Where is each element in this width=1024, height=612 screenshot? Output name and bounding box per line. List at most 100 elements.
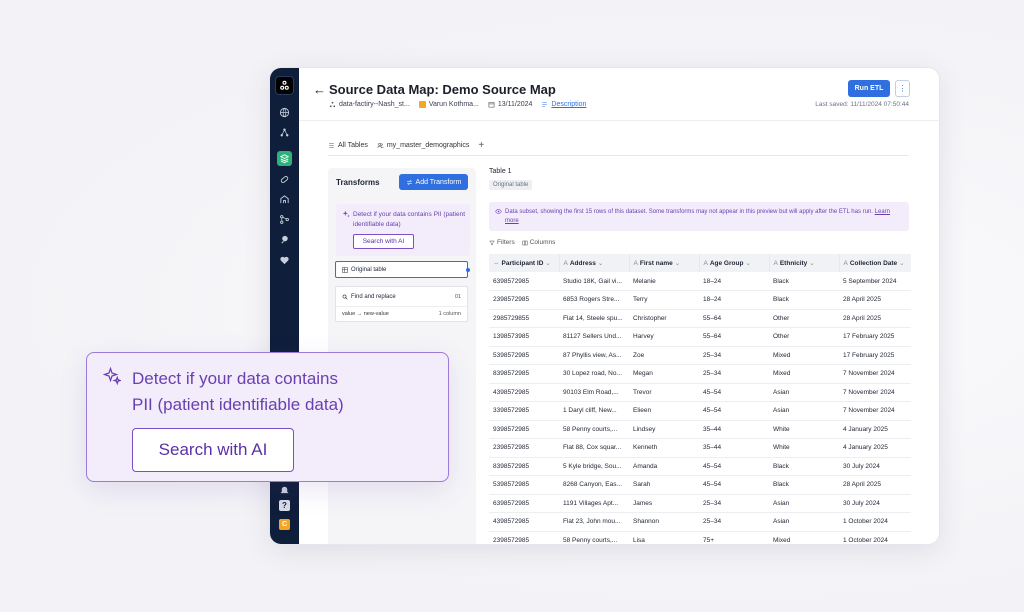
table-cell: 28 April 2025 — [839, 309, 911, 328]
add-transform-button[interactable]: Add Transform — [399, 174, 468, 190]
table-row[interactable]: 5398572985 87 Phyllis view, As... Zoe 25–34… — [489, 346, 911, 365]
bell-icon[interactable] — [279, 482, 290, 495]
table-cell: 9398572985 — [489, 420, 559, 439]
text-type-icon: A — [843, 260, 848, 267]
table-cell: Flat 14, Steele spu... — [559, 309, 629, 328]
filter-icon — [489, 240, 495, 245]
pill-icon[interactable] — [277, 172, 292, 187]
table-cell: White — [769, 420, 839, 439]
table-cell: 1 October 2024 — [839, 531, 911, 544]
col-header-label: Address — [569, 260, 596, 267]
col-header-address[interactable]: A Address ⌄ — [559, 254, 630, 272]
app-logo[interactable] — [275, 76, 294, 95]
table-row[interactable]: 1398573985 81127 Sellers Und... Harvey 55–6… — [489, 327, 911, 347]
col-header-label: First name — [639, 260, 673, 267]
table-cell: 45–54 — [699, 383, 769, 402]
chevron-down-icon: ⌄ — [899, 260, 905, 267]
find-replace-heading: Find and replace — [342, 294, 396, 300]
table-cell: 6398572985 — [489, 494, 559, 513]
callout-line-1: Detect if your data contains — [132, 369, 339, 388]
table-row[interactable]: 2398572985 6853 Rogers Stre... Terry 18–24 B… — [489, 290, 911, 310]
table-row[interactable]: 2398572985 58 Penny courts,... Lisa 75+ Mixe… — [489, 531, 911, 544]
col-header-ethnicity[interactable]: A Ethnicity ⌄ — [769, 254, 840, 272]
table-cell: 5 September 2024 — [839, 272, 911, 291]
table-cell: Shannon — [629, 512, 699, 532]
col-header-first-name[interactable]: A First name ⌄ — [629, 254, 700, 272]
eye-icon — [495, 209, 502, 214]
table-cell: 6853 Rogers Stre... — [559, 290, 629, 310]
run-etl-button[interactable]: Run ETL — [848, 80, 890, 97]
table-row[interactable]: 8398572985 5 Kyle bridge, Sou... Amanda 45–… — [489, 457, 911, 476]
callout-line-2: PII (patient identifiable data) — [132, 395, 344, 414]
layers-icon[interactable] — [277, 151, 292, 166]
table-cell: 3398572985 — [489, 401, 559, 421]
table-cell: Sarah — [629, 475, 699, 495]
add-transform-label: Add Transform — [415, 178, 462, 186]
table-cell: Other — [769, 327, 839, 347]
table-row[interactable]: 4398572985 90103 Elm Road,... Trevor 45–54 A… — [489, 383, 911, 402]
meta-user-label: Varun Kothma... — [428, 101, 479, 108]
table-cell: Harvey — [629, 327, 699, 347]
branch-icon[interactable] — [277, 212, 292, 227]
table-row[interactable]: 9398572985 58 Penny courts,... Lindsey 35–4… — [489, 420, 911, 439]
col-header-participant-id[interactable]: ⇔ Participant ID ⌄ — [489, 254, 560, 272]
description-link[interactable]: Description — [551, 101, 586, 108]
dna-icon[interactable] — [277, 232, 292, 247]
grid-header-row: ⇔ Participant ID ⌄ A Address ⌄ A First name ⌄ … — [489, 254, 911, 272]
network-icon[interactable] — [277, 125, 292, 140]
table-row[interactable]: 3398572985 1 Daryl cliff, New... Elieen 45–… — [489, 401, 911, 421]
columns-button[interactable]: Columns — [522, 239, 555, 246]
table-row[interactable]: 6398572985 1191 Villages Apt... James 25–34… — [489, 494, 911, 513]
col-header-age-group[interactable]: A Age Group ⌄ — [699, 254, 770, 272]
expr-columns: 1 column — [438, 311, 461, 317]
meta-pipeline[interactable]: data-factiry--Nash_st... — [329, 101, 410, 108]
table-cell: 1 October 2024 — [839, 512, 911, 532]
table-cell: 75+ — [699, 531, 769, 544]
find-replace-card[interactable]: Find and replace 01 value → new-value 1 … — [335, 286, 468, 322]
background: ? C ← Source Data Map: Demo Source Map d… — [0, 0, 1024, 612]
table-row[interactable]: 6398572985 Studio 18K, Gail vi... Melanie 1… — [489, 272, 911, 291]
table-cell: 45–54 — [699, 457, 769, 476]
more-options-button[interactable]: ⋮ — [895, 80, 910, 97]
table-cell: 28 April 2025 — [839, 290, 911, 310]
table-row[interactable]: 8398572985 30 Lopez road, No... Megan 25–34… — [489, 364, 911, 384]
table-cell: 1398573985 — [489, 327, 559, 347]
col-header-collection-date[interactable]: A Collection Date ⌄ — [839, 254, 911, 272]
filters-button[interactable]: Filters — [489, 239, 515, 246]
help-icon[interactable]: ? — [279, 500, 290, 511]
table-cell: 87 Phyllis view, As... — [559, 346, 629, 365]
meta-description[interactable]: Description — [541, 101, 586, 108]
table-row[interactable]: 2398572985 Flat 88, Cox squar... Kenneth 35… — [489, 438, 911, 458]
table-toolbar: Filters Columns — [489, 239, 555, 246]
meta-date: 13/11/2024 — [488, 101, 532, 108]
table-row[interactable]: 2985729855 Flat 14, Steele spu... Christop… — [489, 309, 911, 328]
tabs-divider — [328, 155, 908, 156]
heart-icon[interactable] — [277, 253, 292, 268]
table-cell: 4 January 2025 — [839, 420, 911, 439]
tab-my-master-demographics[interactable]: my_master_demographics — [376, 142, 470, 156]
flow-icon[interactable] — [277, 192, 292, 207]
find-replace-number: 01 — [454, 294, 461, 300]
sparkle-icon — [342, 210, 350, 218]
table-cell: Lindsey — [629, 420, 699, 439]
subset-notice: Data subset, showing the first 15 rows o… — [489, 202, 909, 231]
chevron-down-icon: ⌄ — [745, 260, 751, 267]
text-type-icon: A — [633, 260, 638, 267]
table-cell: 2985729855 — [489, 309, 559, 328]
sparkle-icon — [103, 367, 121, 385]
text-lines-icon — [542, 102, 548, 107]
find-replace-label: Find and replace — [351, 294, 396, 300]
original-table-card[interactable]: Original table — [335, 261, 470, 278]
table-cell: 17 February 2025 — [839, 327, 911, 347]
table-row[interactable]: 5398572985 8268 Canyon, Eas... Sarah 45–54 B… — [489, 475, 911, 495]
back-arrow-icon[interactable]: ← — [313, 82, 326, 97]
user-avatar[interactable]: C — [279, 519, 290, 530]
header-divider — [299, 120, 939, 121]
tab-all-tables[interactable]: All Tables — [328, 142, 368, 155]
table-cell: Terry — [629, 290, 699, 310]
table-row[interactable]: 4398572985 Flat 23, John mou... Shannon 25–… — [489, 512, 911, 532]
columns-icon — [522, 240, 528, 245]
globe-icon[interactable] — [277, 105, 292, 120]
search-with-ai-button[interactable]: Search with AI — [353, 234, 414, 249]
callout-search-with-ai-button[interactable]: Search with AI — [132, 428, 294, 472]
